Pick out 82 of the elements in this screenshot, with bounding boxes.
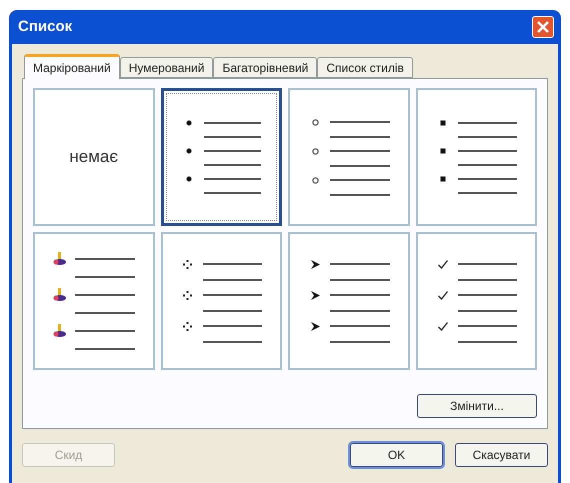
text-line — [204, 150, 261, 152]
text-line — [202, 278, 262, 280]
text-line — [204, 192, 261, 194]
circle-icon — [312, 176, 318, 184]
text-line — [330, 136, 390, 138]
bullet-style-option[interactable] — [160, 88, 282, 226]
text-line — [458, 178, 517, 180]
text-line — [330, 278, 390, 280]
bullet-style-option[interactable] — [416, 232, 537, 370]
check-icon — [438, 260, 448, 268]
text-line — [458, 122, 517, 124]
text-line — [75, 348, 134, 350]
text-line — [204, 178, 261, 180]
text-line — [75, 258, 134, 260]
close-icon — [537, 21, 549, 33]
dialog-button[interactable]: Скасувати — [455, 443, 548, 467]
text-line — [204, 136, 261, 138]
text-line — [458, 310, 517, 312]
change-button[interactable]: Змінити... — [417, 394, 537, 418]
text-line — [75, 312, 134, 314]
square-icon — [440, 148, 446, 154]
arrowhead-icon — [310, 322, 320, 330]
bullet-style-option[interactable] — [288, 232, 410, 370]
text-line — [458, 278, 517, 280]
tab[interactable]: Маркірований — [24, 54, 120, 79]
arrowhead-icon — [310, 260, 320, 268]
tab[interactable]: Нумерований — [120, 57, 214, 78]
text-line — [330, 325, 390, 327]
text-line — [330, 263, 390, 265]
bullet-style-option[interactable] — [288, 88, 410, 226]
text-line — [330, 310, 390, 312]
four-dots-icon — [183, 290, 192, 300]
circle-icon — [312, 118, 318, 126]
close-button[interactable] — [532, 16, 554, 38]
text-line — [458, 263, 517, 265]
text-line — [458, 192, 517, 194]
check-icon — [438, 322, 448, 330]
pin-icon — [53, 324, 67, 338]
none-label: немає — [69, 146, 118, 168]
dot-icon — [186, 176, 192, 182]
text-line — [330, 340, 390, 342]
text-line — [458, 325, 517, 327]
bullet-style-option[interactable] — [33, 232, 154, 370]
text-line — [202, 294, 262, 296]
text-line — [458, 164, 517, 166]
four-dots-icon — [183, 260, 192, 268]
text-line — [458, 340, 517, 342]
tab[interactable]: Список стилів — [317, 57, 413, 78]
square-icon — [440, 120, 446, 126]
circle-icon — [312, 148, 318, 154]
tab[interactable]: Багаторівневий — [213, 57, 318, 78]
text-line — [202, 325, 262, 327]
window-title: Список — [17, 16, 72, 37]
bullet-style-option[interactable] — [160, 232, 282, 370]
text-line — [330, 150, 390, 152]
dot-icon — [186, 120, 192, 126]
four-dots-icon — [183, 322, 192, 330]
text-line — [330, 294, 390, 296]
text-line — [330, 179, 390, 181]
text-line — [75, 330, 134, 332]
text-line — [202, 310, 262, 312]
dot-icon — [186, 148, 192, 154]
pin-icon — [53, 288, 67, 302]
text-line — [202, 340, 262, 342]
text-line — [202, 263, 262, 265]
text-line — [75, 276, 134, 278]
bullet-style-option[interactable]: немає — [33, 88, 154, 226]
pin-icon — [53, 252, 67, 266]
text-line — [458, 294, 517, 296]
text-line — [330, 164, 390, 166]
arrowhead-icon — [310, 290, 320, 300]
dialog-button[interactable]: OK — [350, 443, 443, 467]
bullet-style-option[interactable] — [416, 88, 537, 226]
check-icon — [438, 290, 448, 300]
text-line — [204, 122, 261, 124]
text-line — [330, 194, 390, 196]
text-line — [204, 164, 261, 166]
square-icon — [440, 176, 446, 182]
text-line — [75, 294, 134, 296]
text-line — [330, 121, 390, 123]
text-line — [458, 136, 517, 138]
text-line — [458, 150, 517, 152]
